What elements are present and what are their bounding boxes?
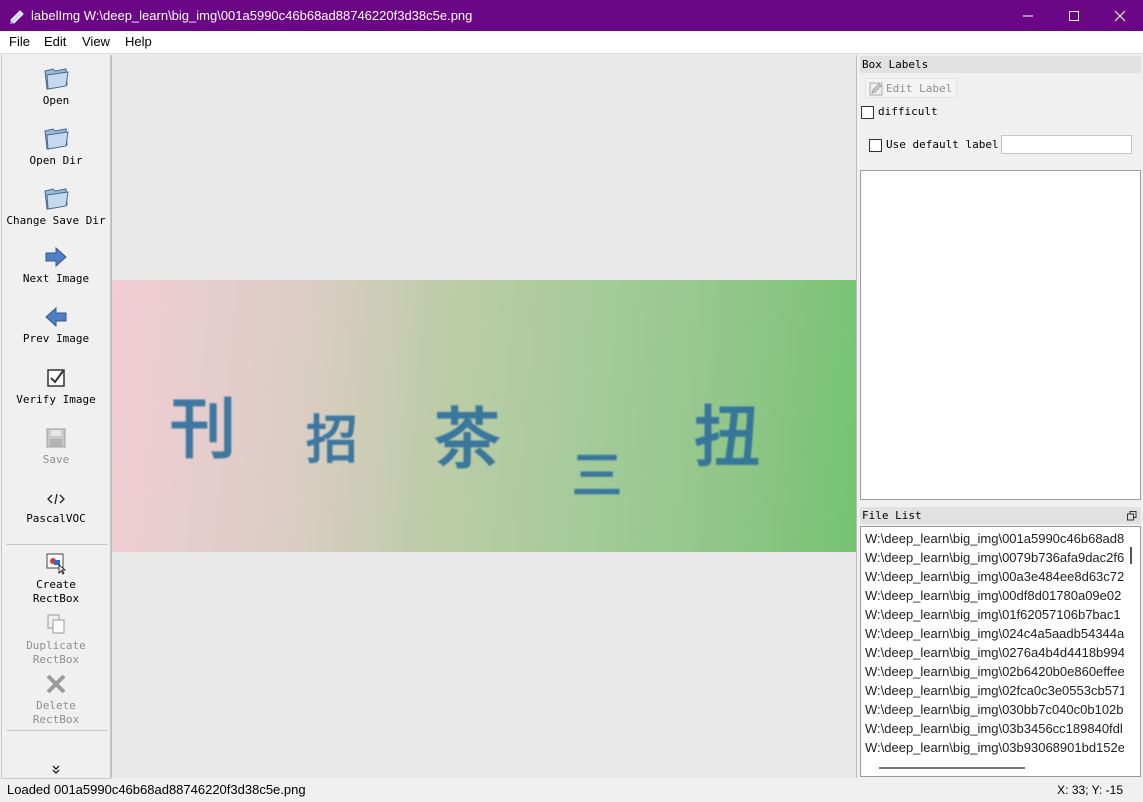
cursor-coordinates: X: 33; Y: -15 [1057,783,1123,797]
loaded-image[interactable]: 刊 招 茶 三 扭 [112,280,856,552]
folder-open-icon [44,128,69,150]
prev-image-label: Prev Image [22,332,90,345]
create-rectbox-button[interactable]: Create RectBox [2,551,110,606]
label-list[interactable] [860,170,1141,500]
delete-rectbox-label-1: Delete [36,699,76,712]
next-image-button[interactable]: Next Image [2,245,110,286]
open-label: Open [42,94,70,107]
file-list-item[interactable]: W:\deep_learn\big_img\03b3456cc189840fdl [865,719,1124,738]
use-default-label-text: Use default label [886,138,999,151]
close-button[interactable] [1097,0,1143,31]
close-icon [1114,10,1126,21]
save-label: Save [42,453,70,466]
image-canvas[interactable]: 刊 招 茶 三 扭 [111,55,857,778]
file-list-item[interactable]: W:\deep_learn\big_img\00a3e484ee8d63c72 [865,567,1124,586]
file-list-item[interactable]: W:\deep_learn\big_img\03b93068901bd152e [865,738,1124,757]
code-tag-icon [47,493,65,505]
change-save-dir-button[interactable]: Change Save Dir [2,185,110,228]
duplicate-rectbox-label-2: RectBox [32,653,80,666]
file-list-item[interactable]: W:\deep_learn\big_img\01f62057106b7bac1 [865,605,1124,624]
difficult-checkbox[interactable] [861,106,874,119]
open-dir-label: Open Dir [29,154,83,167]
save-disk-icon [46,428,66,448]
file-list-item[interactable]: W:\deep_learn\big_img\0079b736afa9dac2f6 [865,548,1124,567]
open-button[interactable]: Open [2,65,110,108]
use-default-label-checkbox[interactable] [869,139,882,152]
file-list-dock-title: File List [860,507,1141,524]
create-rectbox-label-1: Create [36,578,76,591]
chevron-double-down-icon [52,765,60,774]
file-list-item[interactable]: W:\deep_learn\big_img\00df8d01780a09e02 [865,586,1124,605]
float-dock-icon[interactable] [1127,511,1137,521]
file-list-item[interactable]: W:\deep_learn\big_img\02b6420b0e860effee [865,662,1124,681]
next-image-label: Next Image [22,272,90,285]
prev-image-button[interactable]: Prev Image [2,305,110,346]
title-bar: labelImg W:\deep_learn\big_img\001a5990c… [0,0,1143,31]
toolbar-separator [6,544,108,545]
image-char: 三 [572,447,622,505]
menu-edit[interactable]: Edit [44,34,66,49]
menu-help[interactable]: Help [125,34,152,49]
file-list-item[interactable]: W:\deep_learn\big_img\001a5990c46b68ad8 [865,529,1124,548]
difficult-label: difficult [878,105,938,118]
delete-rectbox-label-2: RectBox [32,713,80,726]
checkbox-checked-icon [47,369,65,387]
labelimg-app-icon [10,10,24,24]
duplicate-rectbox-button[interactable]: Duplicate RectBox [2,612,110,667]
minimize-icon [1023,15,1033,16]
folder-open-icon [44,188,69,210]
menu-view[interactable]: View [82,34,110,49]
create-rectbox-icon [46,553,67,575]
default-label-input[interactable] [1001,135,1132,154]
minimize-button[interactable] [1005,0,1051,31]
file-list-vertical-scrollbar[interactable] [1130,547,1132,564]
delete-rectbox-button[interactable]: Delete RectBox [2,672,110,727]
open-dir-button[interactable]: Open Dir [2,125,110,168]
delete-x-icon [46,674,66,694]
verify-image-button[interactable]: Verify Image [2,366,110,407]
menu-file[interactable]: File [9,34,30,49]
file-list-horizontal-scrollbar[interactable] [879,767,1025,769]
menu-bar: File Edit View Help [0,31,1143,54]
format-toggle-button[interactable]: PascalVOC [2,489,110,526]
edit-pencil-icon [869,82,883,96]
change-save-dir-label: Change Save Dir [6,214,106,227]
edit-label-button[interactable]: Edit Label [865,78,957,98]
folder-open-icon [44,68,69,90]
maximize-button[interactable] [1051,0,1097,31]
save-button[interactable]: Save [2,426,110,467]
status-bar: Loaded 001a5990c46b68ad88746220f3d38c5e.… [0,780,1143,802]
file-list-title: File List [862,509,922,522]
window-title: labelImg W:\deep_learn\big_img\001a5990c… [31,8,473,23]
format-label: PascalVOC [26,512,86,525]
image-char: 招 [306,411,359,471]
image-char: 刊 [170,391,236,468]
arrow-left-icon [45,306,67,328]
status-message: Loaded 001a5990c46b68ad88746220f3d38c5e.… [7,782,306,797]
file-list-item[interactable]: W:\deep_learn\big_img\024c4a5aadb54344a [865,624,1124,643]
edit-label-text: Edit Label [886,82,953,95]
box-labels-dock-title: Box Labels [860,56,1141,73]
file-list[interactable]: W:\deep_learn\big_img\001a5990c46b68ad8 … [860,526,1141,777]
toolbar-more-button[interactable] [2,765,110,778]
verify-image-label: Verify Image [16,393,96,406]
toolbar: Open Open Dir Change Save Dir Next Image… [1,55,111,779]
duplicate-rectbox-label-1: Duplicate [26,639,86,652]
maximize-icon [1069,10,1079,21]
file-list-item[interactable]: W:\deep_learn\big_img\0276a4b4d4418b994 [865,643,1124,662]
file-list-item[interactable]: W:\deep_learn\big_img\030bb7c040c0b102b [865,700,1124,719]
toolbar-separator [6,730,108,731]
duplicate-icon [47,614,65,634]
arrow-right-icon [45,246,67,268]
create-rectbox-label-2: RectBox [32,592,80,605]
file-list-item[interactable]: W:\deep_learn\big_img\02fca0c3e0553cb571 [865,681,1124,700]
image-char: 茶 [434,401,500,478]
image-char: 扭 [694,399,760,476]
